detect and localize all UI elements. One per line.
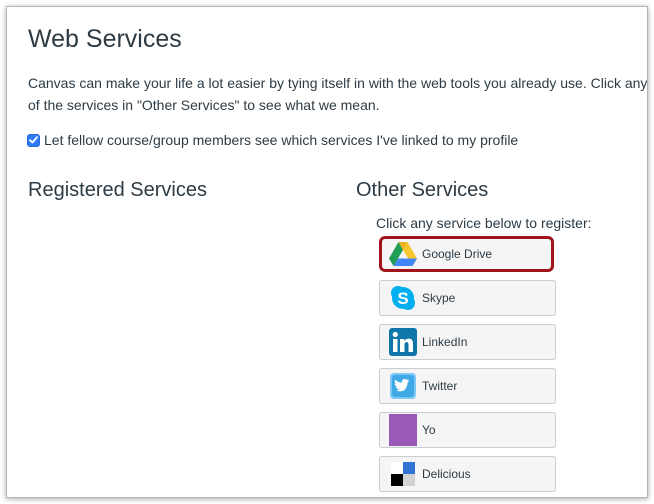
google-drive-icon <box>389 240 417 268</box>
service-label: Twitter <box>422 379 458 393</box>
share-services-label: Let fellow course/group members see whic… <box>44 132 519 148</box>
yo-icon <box>389 414 417 446</box>
google-drive-button[interactable]: Google Drive <box>379 236 554 272</box>
skype-icon: S <box>389 284 417 312</box>
service-label: Yo <box>422 423 436 437</box>
yo-button[interactable]: Yo <box>379 412 556 448</box>
linkedin-button[interactable]: LinkedIn <box>379 324 556 360</box>
share-services-checkbox[interactable] <box>27 133 40 147</box>
service-label: Skype <box>422 291 456 305</box>
service-list: Google Drive S Skype LinkedIn Twitter Yo… <box>379 236 556 497</box>
service-label: LinkedIn <box>422 335 468 349</box>
delicious-icon <box>389 460 417 488</box>
linkedin-icon <box>389 328 417 356</box>
svg-text:S: S <box>397 289 408 308</box>
page-title: Web Services <box>28 25 182 53</box>
delicious-button[interactable]: Delicious <box>379 456 556 492</box>
register-hint: Click any service below to register: <box>376 215 592 231</box>
twitter-button[interactable]: Twitter <box>379 368 556 404</box>
service-label: Google Drive <box>422 247 493 261</box>
web-services-panel: Web Services Canvas can make your life a… <box>6 6 648 498</box>
share-services-row[interactable]: Let fellow course/group members see whic… <box>27 132 518 148</box>
twitter-icon <box>389 372 417 400</box>
other-services-title: Other Services <box>356 179 489 201</box>
skype-button[interactable]: S Skype <box>379 280 556 316</box>
registered-services-title: Registered Services <box>28 179 207 201</box>
checkmark-icon <box>29 136 38 144</box>
service-label: Delicious <box>422 467 471 481</box>
intro-text: Canvas can make your life a lot easier b… <box>28 75 648 113</box>
